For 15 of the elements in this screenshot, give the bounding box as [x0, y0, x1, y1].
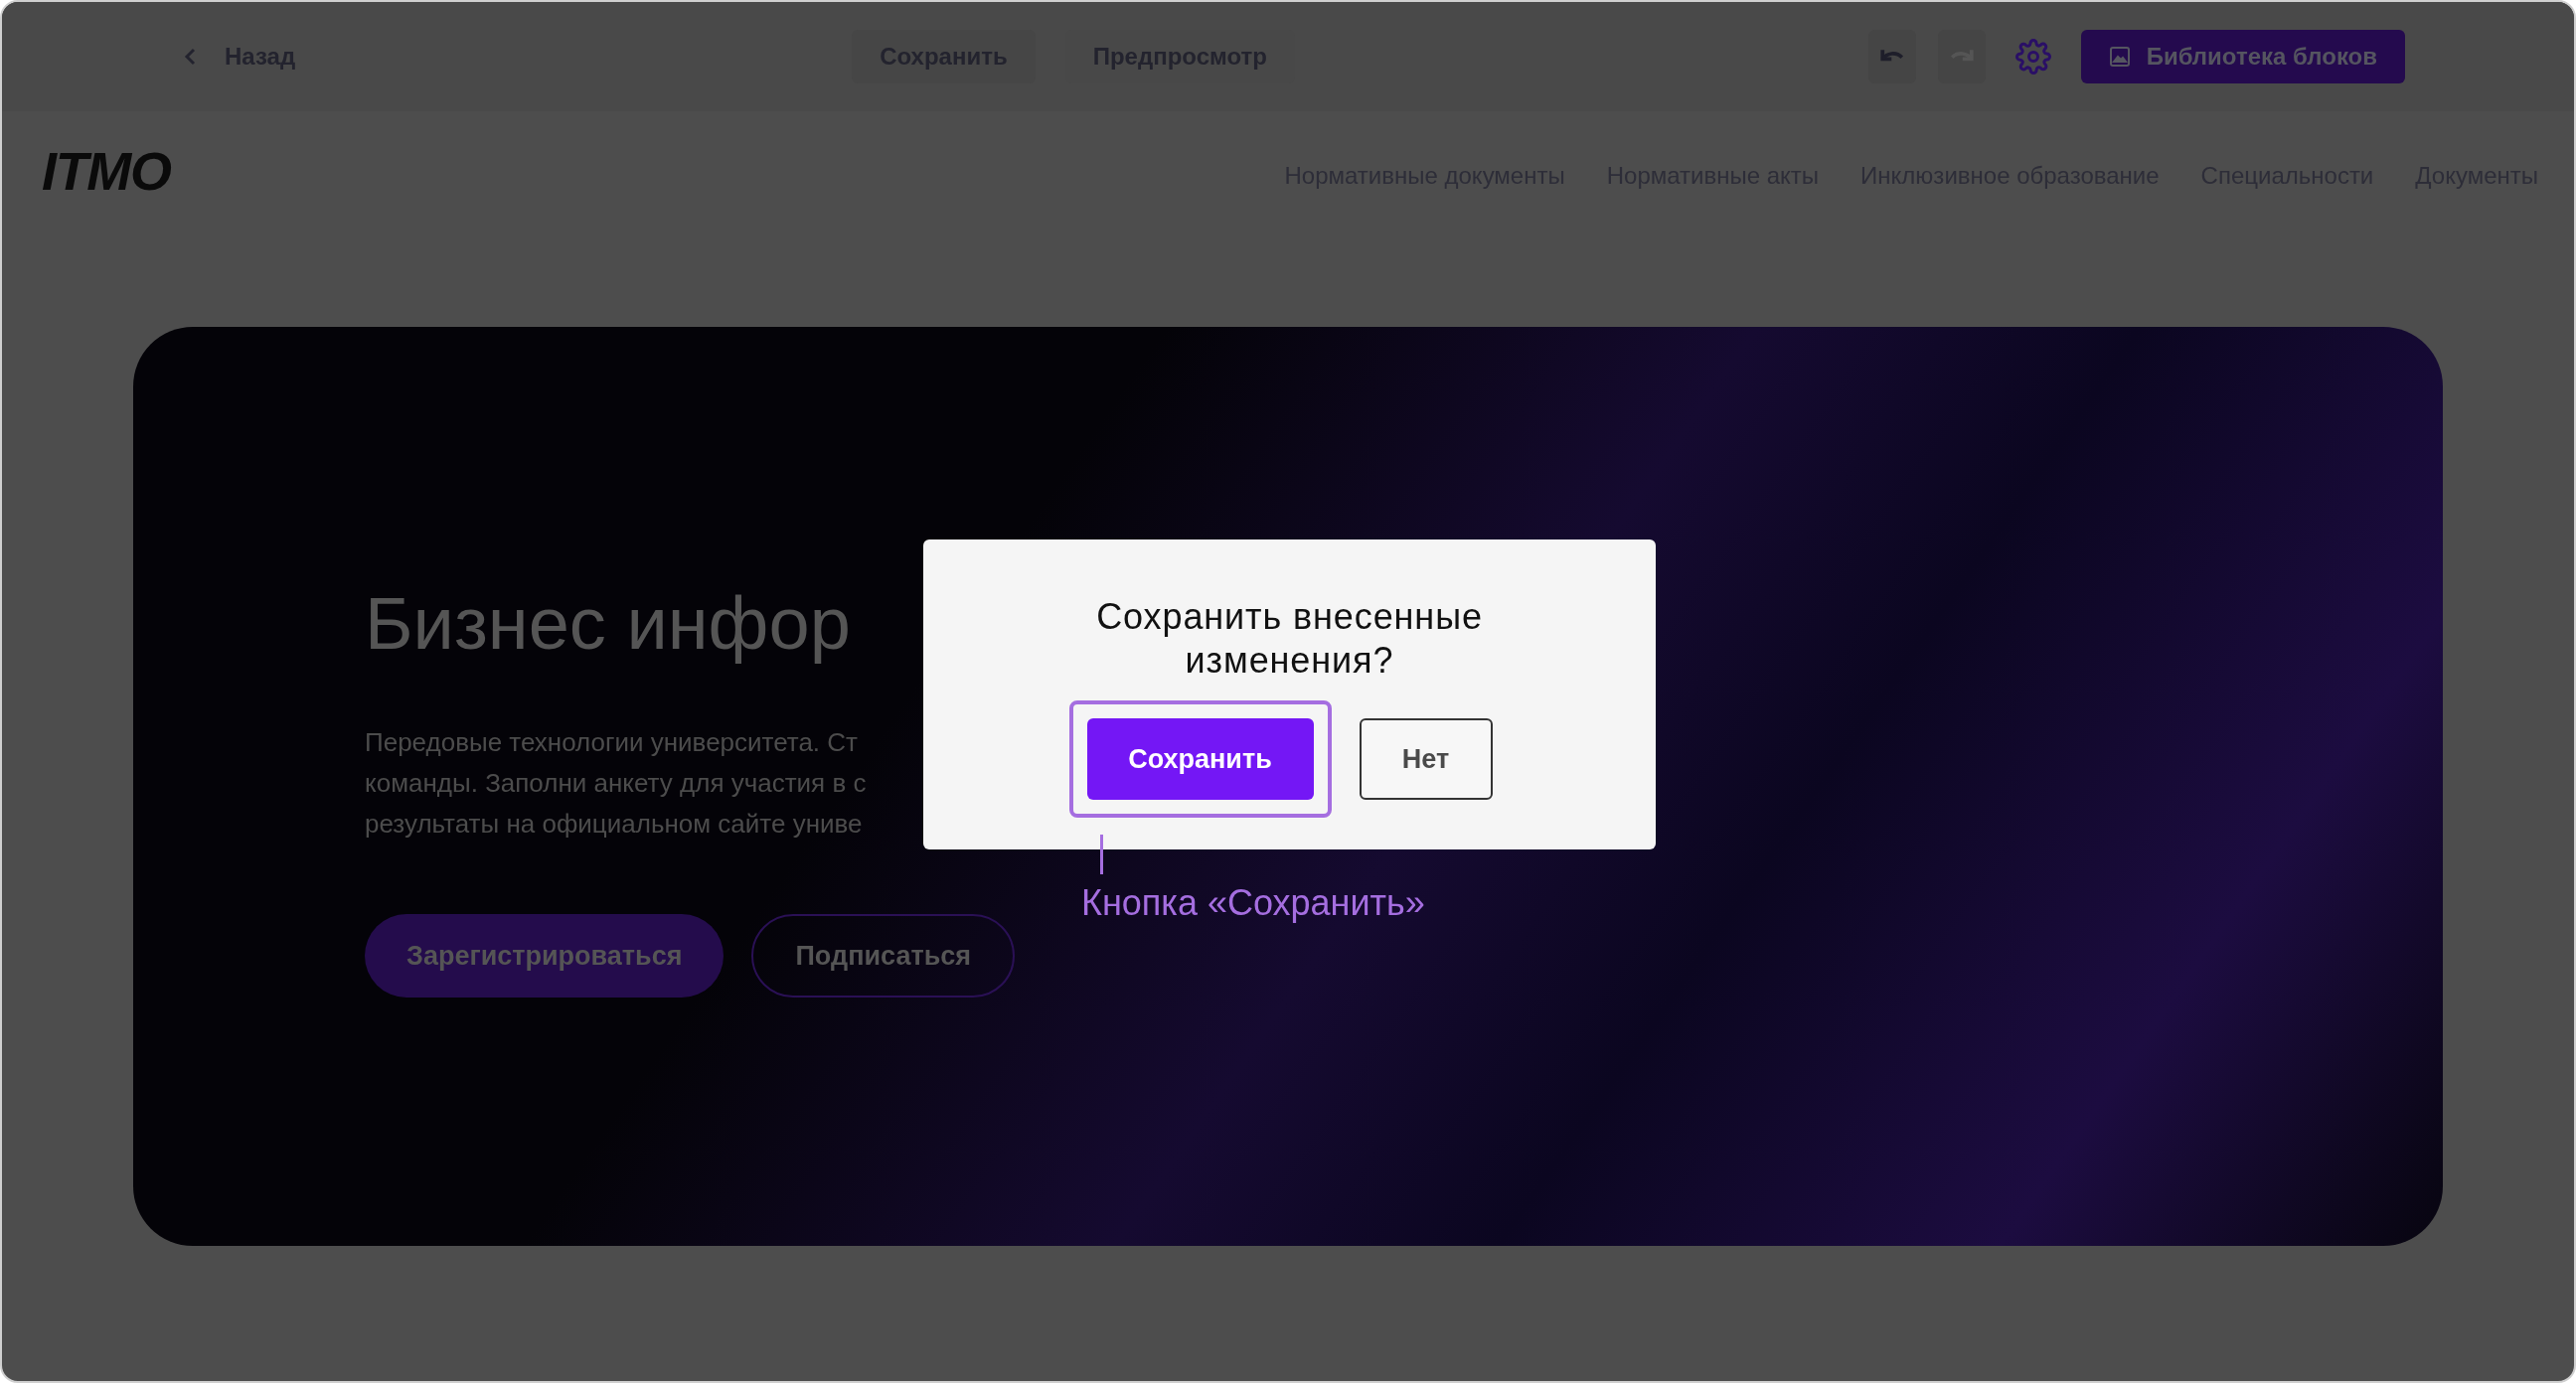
dialog-title: Сохранить внесенные изменения? — [1095, 595, 1484, 683]
image-icon — [2108, 46, 2131, 68]
annotation-label: Кнопка «Сохранить» — [1081, 881, 1425, 925]
leader-line — [1100, 835, 1103, 874]
decline-button[interactable]: Нет — [1359, 718, 1493, 800]
undo-button[interactable] — [1867, 30, 1916, 83]
subscribe-button[interactable]: Подписаться — [751, 914, 1015, 998]
register-button[interactable]: Зарегистрироваться — [365, 914, 724, 998]
block-library-button[interactable]: Библиотека блоков — [2080, 30, 2405, 83]
logo[interactable]: ITMO — [42, 130, 171, 212]
hero-description-line: команды. Заполни анкету для участия в с — [365, 767, 867, 800]
confirm-save-button[interactable]: Сохранить — [1086, 718, 1314, 800]
settings-icon[interactable] — [2014, 39, 2051, 75]
hero-description-line: результаты на официальном сайте униве — [365, 808, 863, 841]
hero-description-line: Передовые технологии университета. Ст — [365, 726, 858, 759]
